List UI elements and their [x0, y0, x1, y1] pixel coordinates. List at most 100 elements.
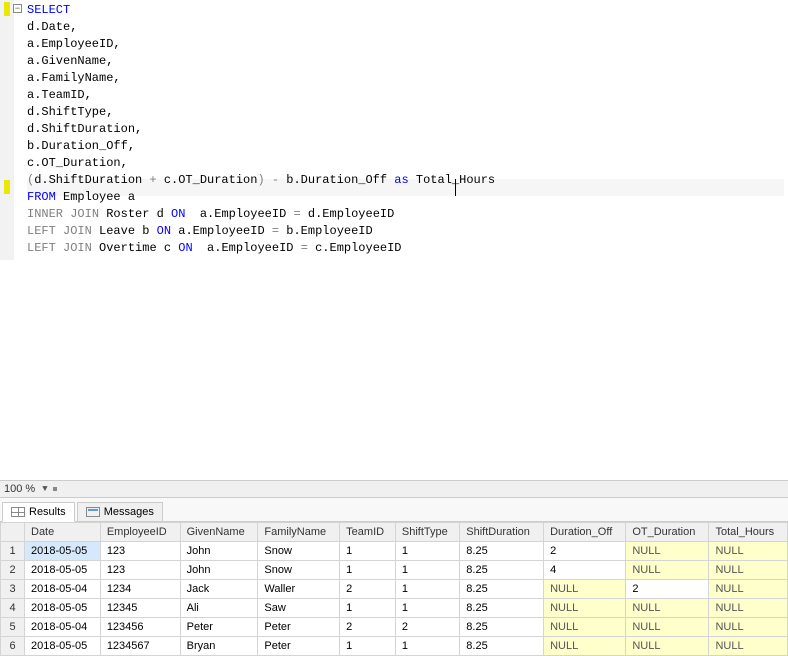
- col-teamid[interactable]: TeamID: [340, 523, 396, 542]
- col-shiftduration[interactable]: ShiftDuration: [460, 523, 544, 542]
- scroll-thumb-icon[interactable]: [53, 487, 57, 491]
- cell-familyname[interactable]: Waller: [258, 580, 340, 599]
- cell-familyname[interactable]: Peter: [258, 637, 340, 656]
- cell-shifttype[interactable]: 1: [395, 599, 459, 618]
- sql-code[interactable]: SELECT d.Date, a.EmployeeID, a.GivenName…: [27, 2, 495, 257]
- cell-date[interactable]: 2018-05-05: [25, 637, 101, 656]
- cell-employeeid[interactable]: 123: [100, 542, 180, 561]
- table-row[interactable]: 12018-05-05123JohnSnow118.252NULLNULL: [1, 542, 788, 561]
- cell-date[interactable]: 2018-05-05: [25, 561, 101, 580]
- cell-givenname[interactable]: Ali: [180, 599, 258, 618]
- cell-givenname[interactable]: John: [180, 542, 258, 561]
- cell-otduration[interactable]: NULL: [626, 637, 709, 656]
- cell-shiftduration[interactable]: 8.25: [460, 618, 544, 637]
- collapse-region-icon[interactable]: −: [13, 4, 22, 13]
- cell-durationoff[interactable]: 4: [544, 561, 626, 580]
- cell-familyname[interactable]: Snow: [258, 561, 340, 580]
- cell-durationoff[interactable]: 2: [544, 542, 626, 561]
- cell-shifttype[interactable]: 1: [395, 561, 459, 580]
- cell-teamid[interactable]: 1: [340, 637, 396, 656]
- cell-totalhours[interactable]: NULL: [709, 580, 788, 599]
- cell-employeeid[interactable]: 1234567: [100, 637, 180, 656]
- cell-shiftduration[interactable]: 8.25: [460, 599, 544, 618]
- cell-durationoff[interactable]: NULL: [544, 580, 626, 599]
- rownum[interactable]: 2: [1, 561, 25, 580]
- cell-shifttype[interactable]: 1: [395, 637, 459, 656]
- grid-icon: [11, 507, 25, 517]
- cell-employeeid[interactable]: 123: [100, 561, 180, 580]
- table-row[interactable]: 22018-05-05123JohnSnow118.254NULLNULL: [1, 561, 788, 580]
- table-row[interactable]: 42018-05-0512345AliSaw118.25NULLNULLNULL: [1, 599, 788, 618]
- col-durationoff[interactable]: Duration_Off: [544, 523, 626, 542]
- zoom-dropdown-icon[interactable]: ▼: [39, 484, 50, 494]
- tab-results[interactable]: Results: [2, 502, 75, 522]
- cell-givenname[interactable]: Peter: [180, 618, 258, 637]
- cell-shifttype[interactable]: 1: [395, 542, 459, 561]
- cell-teamid[interactable]: 2: [340, 580, 396, 599]
- rownum[interactable]: 3: [1, 580, 25, 599]
- results-grid-pane[interactable]: Date EmployeeID GivenName FamilyName Tea…: [0, 522, 788, 656]
- cell-givenname[interactable]: John: [180, 561, 258, 580]
- tab-results-label: Results: [29, 506, 66, 518]
- cell-employeeid[interactable]: 12345: [100, 599, 180, 618]
- cell-date[interactable]: 2018-05-05: [25, 599, 101, 618]
- cell-totalhours[interactable]: NULL: [709, 618, 788, 637]
- col-givenname[interactable]: GivenName: [180, 523, 258, 542]
- col-date[interactable]: Date: [25, 523, 101, 542]
- cell-date[interactable]: 2018-05-05: [25, 542, 101, 561]
- cell-otduration[interactable]: 2: [626, 580, 709, 599]
- table-row[interactable]: 52018-05-04123456PeterPeter228.25NULLNUL…: [1, 618, 788, 637]
- table-row[interactable]: 32018-05-041234JackWaller218.25NULL2NULL: [1, 580, 788, 599]
- cell-employeeid[interactable]: 123456: [100, 618, 180, 637]
- cell-shiftduration[interactable]: 8.25: [460, 580, 544, 599]
- cell-shiftduration[interactable]: 8.25: [460, 637, 544, 656]
- cell-shifttype[interactable]: 1: [395, 580, 459, 599]
- cell-givenname[interactable]: Jack: [180, 580, 258, 599]
- cell-totalhours[interactable]: NULL: [709, 542, 788, 561]
- cell-totalhours[interactable]: NULL: [709, 599, 788, 618]
- change-marker-icon: [4, 2, 10, 16]
- col-shifttype[interactable]: ShiftType: [395, 523, 459, 542]
- cell-totalhours[interactable]: NULL: [709, 561, 788, 580]
- cell-durationoff[interactable]: NULL: [544, 618, 626, 637]
- cell-familyname[interactable]: Saw: [258, 599, 340, 618]
- cell-shifttype[interactable]: 2: [395, 618, 459, 637]
- cell-otduration[interactable]: NULL: [626, 542, 709, 561]
- results-table[interactable]: Date EmployeeID GivenName FamilyName Tea…: [0, 522, 788, 656]
- cell-date[interactable]: 2018-05-04: [25, 618, 101, 637]
- message-icon: [86, 507, 100, 517]
- sql-editor-pane[interactable]: − SELECT d.Date, a.EmployeeID, a.GivenNa…: [0, 0, 788, 480]
- editor-gutter: [0, 0, 14, 260]
- cell-shiftduration[interactable]: 8.25: [460, 542, 544, 561]
- cell-date[interactable]: 2018-05-04: [25, 580, 101, 599]
- change-marker-icon: [4, 180, 10, 194]
- cell-teamid[interactable]: 1: [340, 542, 396, 561]
- cell-otduration[interactable]: NULL: [626, 599, 709, 618]
- cell-otduration[interactable]: NULL: [626, 561, 709, 580]
- cell-givenname[interactable]: Bryan: [180, 637, 258, 656]
- tab-messages[interactable]: Messages: [77, 502, 163, 522]
- rownum[interactable]: 1: [1, 542, 25, 561]
- cell-shiftduration[interactable]: 8.25: [460, 561, 544, 580]
- cell-durationoff[interactable]: NULL: [544, 599, 626, 618]
- zoom-bar: 100 % ▼: [0, 480, 788, 498]
- cell-teamid[interactable]: 1: [340, 599, 396, 618]
- cell-durationoff[interactable]: NULL: [544, 637, 626, 656]
- cell-teamid[interactable]: 1: [340, 561, 396, 580]
- zoom-level[interactable]: 100 %: [0, 483, 39, 495]
- cell-otduration[interactable]: NULL: [626, 618, 709, 637]
- col-totalhours[interactable]: Total_Hours: [709, 523, 788, 542]
- rownum-header: [1, 523, 25, 542]
- rownum[interactable]: 4: [1, 599, 25, 618]
- cell-teamid[interactable]: 2: [340, 618, 396, 637]
- cell-familyname[interactable]: Peter: [258, 618, 340, 637]
- rownum[interactable]: 6: [1, 637, 25, 656]
- cell-employeeid[interactable]: 1234: [100, 580, 180, 599]
- col-otduration[interactable]: OT_Duration: [626, 523, 709, 542]
- cell-totalhours[interactable]: NULL: [709, 637, 788, 656]
- col-familyname[interactable]: FamilyName: [258, 523, 340, 542]
- table-row[interactable]: 62018-05-051234567BryanPeter118.25NULLNU…: [1, 637, 788, 656]
- cell-familyname[interactable]: Snow: [258, 542, 340, 561]
- col-employeeid[interactable]: EmployeeID: [100, 523, 180, 542]
- rownum[interactable]: 5: [1, 618, 25, 637]
